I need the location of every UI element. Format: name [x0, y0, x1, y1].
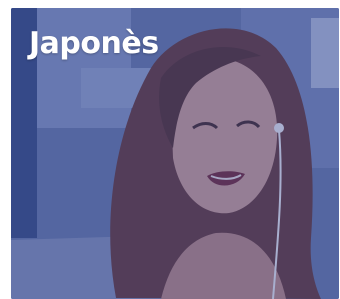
- course-card[interactable]: Japonès: [11, 8, 339, 299]
- card-title[interactable]: Japonès: [29, 26, 159, 61]
